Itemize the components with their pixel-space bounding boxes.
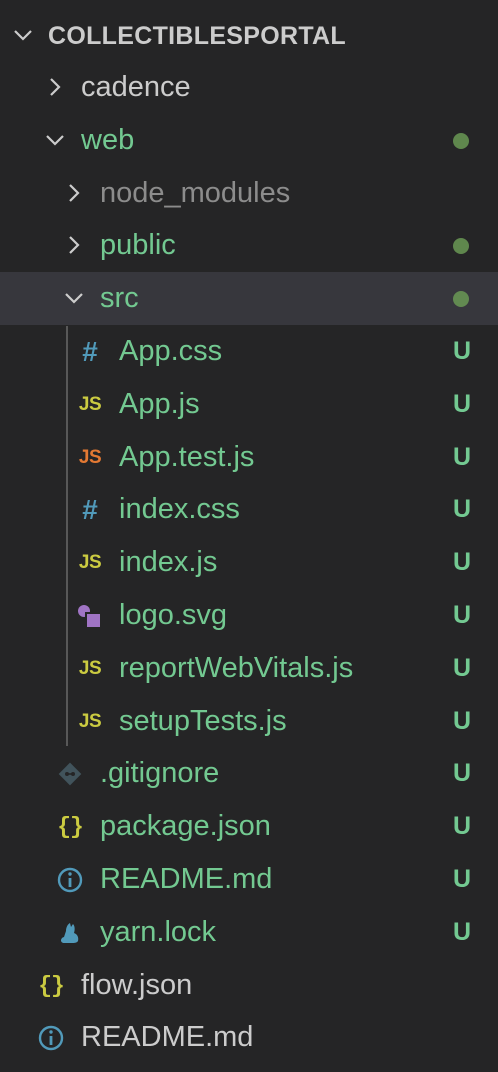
tree-item-label: reportWebVitals.js <box>119 652 354 684</box>
tree-item-label: App.test.js <box>119 441 255 473</box>
tree-item-index-js[interactable]: JS index.js U <box>0 536 498 589</box>
git-untracked-badge: U <box>452 601 471 629</box>
tree-item-gitignore[interactable]: .gitignore U <box>0 747 498 800</box>
git-modified-dot <box>453 133 469 149</box>
js-test-icon: JS <box>78 446 102 468</box>
tree-item-setuptests-js[interactable]: JS setupTests.js U <box>0 695 498 748</box>
css-hash-icon: # <box>82 335 98 367</box>
tree-item-app-js[interactable]: JS App.js U <box>0 378 498 431</box>
tree-item-package-json[interactable]: {} package.json U <box>0 800 498 853</box>
chevron-down-icon <box>44 129 66 151</box>
tree-item-label: README.md <box>81 1021 254 1053</box>
tree-item-label: .gitignore <box>100 757 220 789</box>
git-untracked-badge: U <box>452 707 471 735</box>
svg-shapes-icon <box>75 589 105 642</box>
tree-item-public[interactable]: public <box>0 219 498 272</box>
tree-item-label: flow.json <box>81 969 193 1001</box>
tree-item-label: index.css <box>119 493 240 525</box>
git-untracked-badge: U <box>452 759 471 787</box>
git-icon <box>55 747 85 800</box>
tree-item-label: yarn.lock <box>100 916 217 948</box>
tree-item-label: setupTests.js <box>119 705 287 737</box>
css-hash-icon: # <box>82 493 98 525</box>
tree-item-readme-md[interactable]: README.md U <box>0 853 498 906</box>
tree-item-app-test-js[interactable]: JS App.test.js U <box>0 431 498 484</box>
tree-item-label: App.js <box>119 388 200 420</box>
git-untracked-badge: U <box>452 443 471 471</box>
git-untracked-badge: U <box>452 495 471 523</box>
explorer-root-header[interactable]: COLLECTIBLESPORTAL <box>0 9 498 62</box>
tree-item-label: node_modules <box>100 177 291 209</box>
tree-item-label: package.json <box>100 810 271 842</box>
git-untracked-badge: U <box>452 548 471 576</box>
js-icon: JS <box>78 551 102 573</box>
tree-item-index-css[interactable]: # index.css U <box>0 483 498 536</box>
tree-item-label: cadence <box>81 71 191 103</box>
tree-item-label: App.css <box>119 335 223 367</box>
tree-item-label: README.md <box>100 863 273 895</box>
git-untracked-badge: U <box>452 865 471 893</box>
chevron-right-icon <box>63 234 85 256</box>
js-icon: JS <box>78 657 102 679</box>
tree-item-label: public <box>100 229 176 261</box>
tree-item-reportwebvitals-js[interactable]: JS reportWebVitals.js U <box>0 642 498 695</box>
chevron-right-icon <box>63 182 85 204</box>
tree-item-flow-json[interactable]: {} flow.json <box>0 959 498 1012</box>
tree-item-app-css[interactable]: # App.css U <box>0 325 498 378</box>
git-untracked-badge: U <box>452 812 471 840</box>
tree-item-readme-md-root[interactable]: README.md <box>0 1011 498 1064</box>
json-braces-icon: {} <box>57 813 84 840</box>
js-icon: JS <box>78 393 102 415</box>
tree-item-label: web <box>81 124 135 156</box>
git-untracked-badge: U <box>452 337 471 365</box>
info-icon <box>36 1011 66 1064</box>
git-modified-dot <box>453 238 469 254</box>
chevron-down-icon <box>12 24 34 46</box>
git-untracked-badge: U <box>452 918 471 946</box>
tree-item-label: index.js <box>119 546 218 578</box>
file-explorer: COLLECTIBLESPORTAL cadence web node_modu… <box>0 0 498 1072</box>
tree-item-node-modules[interactable]: node_modules <box>0 167 498 220</box>
tree-item-label: src <box>100 282 139 314</box>
git-untracked-badge: U <box>452 390 471 418</box>
git-modified-dot <box>453 291 469 307</box>
tree-item-logo-svg[interactable]: logo.svg U <box>0 589 498 642</box>
tree-item-cadence[interactable]: cadence <box>0 61 498 114</box>
tree-item-src[interactable]: src <box>0 272 498 325</box>
git-untracked-badge: U <box>452 654 471 682</box>
tree-item-yarn-lock[interactable]: yarn.lock U <box>0 906 498 959</box>
yarn-cat-icon <box>55 906 85 959</box>
tree-item-label: logo.svg <box>119 599 228 631</box>
info-icon <box>55 853 85 906</box>
chevron-down-icon <box>63 287 85 309</box>
json-braces-icon: {} <box>38 972 65 999</box>
tree-item-web[interactable]: web <box>0 114 498 167</box>
js-icon: JS <box>78 710 102 732</box>
chevron-right-icon <box>44 76 66 98</box>
